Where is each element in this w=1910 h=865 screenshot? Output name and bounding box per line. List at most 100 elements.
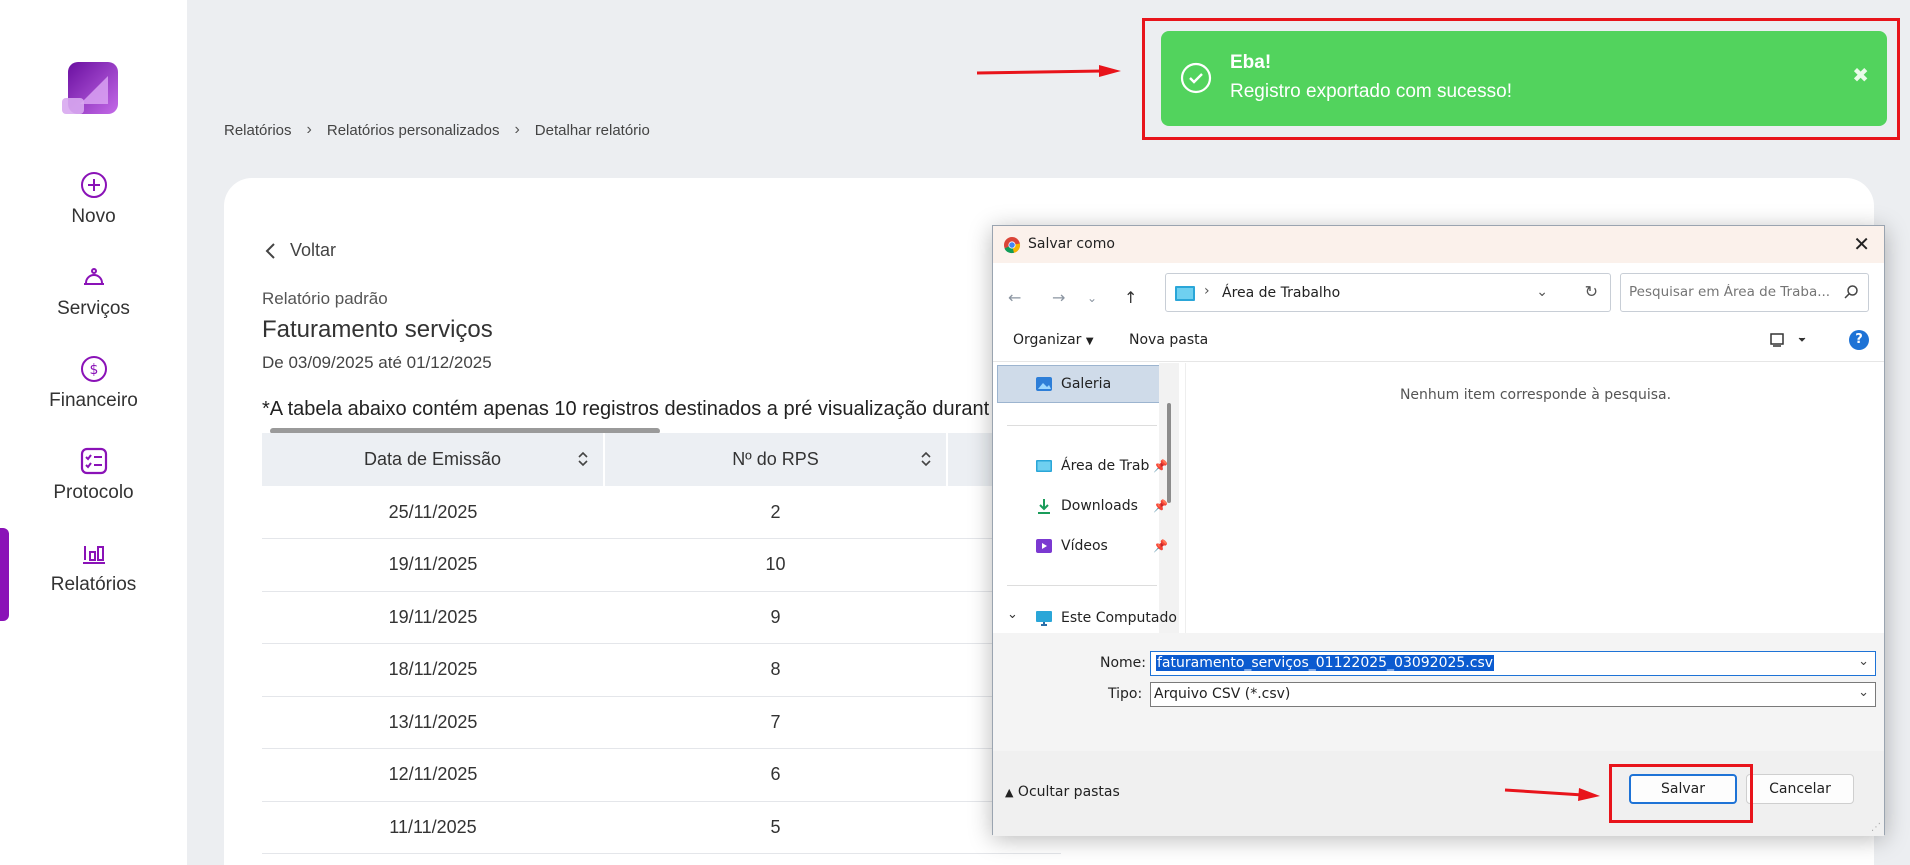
forward-arrow-icon[interactable]: →	[1052, 288, 1065, 307]
nav-pane-item-area-trabalho[interactable]: Área de Trab	[1035, 457, 1149, 475]
dollar-circle-icon: $	[80, 356, 107, 382]
up-arrow-icon[interactable]: ↑	[1124, 288, 1137, 307]
nav-label: Relatórios	[50, 574, 137, 595]
caret-down-icon: ▼	[1085, 336, 1094, 347]
navigation-pane: Galeria Área de Trab 📌 Downloads 📌 Vídeo…	[993, 363, 1186, 633]
plus-circle-icon	[80, 172, 107, 198]
cell-rps: 2	[604, 486, 947, 539]
file-name-input[interactable]: faturamento_serviços_01122025_03092025.c…	[1150, 651, 1876, 676]
toast-title: Eba!	[1230, 52, 1272, 73]
cell-date: 12/11/2025	[262, 748, 604, 802]
address-bar[interactable]: › Área de Trabalho ⌄ ↻	[1165, 273, 1611, 312]
column-header-label: Data de Emissão	[363, 449, 502, 469]
column-header-rps[interactable]: Nº do RPS	[604, 433, 948, 486]
pin-icon: 📌	[1153, 499, 1168, 513]
file-type-value: Arquivo CSV (*.csv)	[1154, 686, 1291, 702]
help-icon[interactable]: ?	[1849, 330, 1869, 350]
back-arrow-icon[interactable]: ←	[1008, 288, 1021, 307]
nav-pane-label: Este Computado	[1061, 610, 1177, 626]
nav-pane-divider	[1007, 585, 1157, 586]
computer-icon	[1036, 611, 1052, 626]
report-date-range: De 03/09/2025 até 01/12/2025	[262, 353, 492, 372]
dialog-search[interactable]	[1620, 273, 1869, 312]
nav-pane-label: Galeria	[1061, 376, 1112, 392]
file-type-select[interactable]: Arquivo CSV (*.csv) ⌄	[1150, 682, 1876, 707]
refresh-icon[interactable]: ↻	[1585, 282, 1598, 301]
table-row: 12/11/2025 6	[262, 748, 1061, 802]
table-row: 19/11/2025 9	[262, 591, 1061, 644]
success-toast: Eba! Registro exportado com sucesso! ✖	[1161, 31, 1887, 126]
nav-item-relatorios[interactable]: Relatórios	[0, 538, 187, 596]
column-header-data-emissao[interactable]: Data de Emissão	[262, 433, 605, 486]
cell-rps: 9	[604, 591, 947, 644]
nav-label: Protocolo	[53, 482, 134, 503]
breadcrumb: Relatórios › Relatórios personalizados ›…	[224, 121, 650, 139]
toast-close-icon[interactable]: ✖	[1852, 63, 1869, 88]
table-row: 19/11/2025 10	[262, 538, 1061, 592]
table-row: 25/11/2025 2	[262, 486, 1061, 539]
dialog-close-icon[interactable]: ✕	[1853, 232, 1870, 256]
cell-rps: 7	[604, 696, 947, 749]
pin-icon: 📌	[1153, 539, 1168, 553]
nav-label: Financeiro	[49, 390, 138, 411]
breadcrumb-detalhar-relatorio: Detalhar relatório	[534, 121, 650, 139]
nav-item-protocolo[interactable]: Protocolo	[0, 446, 187, 504]
cell-date: 19/11/2025	[262, 538, 604, 592]
bar-chart-icon	[82, 546, 105, 564]
dialog-titlebar[interactable]: Salvar como ✕	[993, 226, 1884, 263]
dialog-title: Salvar como	[1028, 236, 1115, 252]
breadcrumb-relatorios[interactable]: Relatórios	[224, 122, 292, 139]
nav-pane-item-videos[interactable]: Vídeos	[1035, 537, 1108, 555]
report-subtitle: Relatório padrão	[262, 289, 388, 308]
view-icon	[1770, 333, 1806, 347]
back-label: Voltar	[290, 240, 337, 260]
cancel-button[interactable]: Cancelar	[1746, 774, 1854, 804]
gallery-icon	[1036, 377, 1052, 391]
recent-dropdown-icon[interactable]: ⌄	[1087, 291, 1097, 305]
breadcrumb-relatorios-personalizados[interactable]: Relatórios personalizados	[327, 122, 500, 139]
table-row: 11/11/2025 5	[262, 801, 1061, 854]
hide-folders-label: Ocultar pastas	[1017, 784, 1120, 800]
address-text: Área de Trabalho	[1222, 285, 1341, 301]
new-folder-button[interactable]: Nova pasta	[1129, 332, 1208, 348]
organize-menu[interactable]: Organizar ▼	[1013, 332, 1094, 348]
report-table: Data de Emissão Nº do RPS 25/11/2025 2 19…	[262, 433, 1062, 854]
chevron-down-icon[interactable]: ⌄	[1007, 607, 1018, 622]
cell-rps: 6	[604, 748, 947, 802]
download-icon	[1038, 499, 1050, 514]
nav-item-servicos[interactable]: Serviços	[0, 262, 187, 320]
chevron-right-icon: ›	[514, 121, 520, 138]
chevron-down-icon[interactable]: ⌄	[1858, 654, 1869, 669]
cell-date: 18/11/2025	[262, 643, 604, 697]
back-button[interactable]: Voltar	[264, 240, 336, 261]
chrome-icon	[1004, 237, 1021, 254]
view-options-button[interactable]	[1769, 332, 1809, 352]
svg-text:$: $	[89, 362, 98, 378]
save-as-dialog: Salvar como ✕ ← → ⌄ ↑ › Área de Trabalho…	[992, 225, 1885, 836]
cell-rps: 5	[604, 801, 947, 854]
file-list[interactable]: Nenhum item corresponde à pesquisa.	[1187, 363, 1884, 633]
search-input[interactable]	[1629, 284, 1829, 300]
cell-date: 19/11/2025	[262, 591, 604, 644]
preview-notice: *A tabela abaixo contém apenas 10 regist…	[262, 398, 990, 420]
annotation-box-save	[1609, 764, 1753, 823]
address-dropdown-icon[interactable]: ⌄	[1536, 284, 1548, 300]
nav-pane-item-downloads[interactable]: Downloads	[1035, 497, 1138, 515]
cell-date: 13/11/2025	[262, 696, 604, 749]
checklist-icon	[80, 447, 107, 475]
nav-pane-item-galeria[interactable]: Galeria	[1035, 375, 1111, 393]
dialog-toolbar: Organizar ▼ Nova pasta ?	[993, 319, 1884, 362]
sort-icon	[921, 451, 931, 467]
resize-grip-icon[interactable]: ⋰	[1871, 822, 1881, 833]
nav-pane-divider	[1007, 425, 1157, 426]
nav-item-financeiro[interactable]: $ Financeiro	[0, 354, 187, 412]
hide-folders-toggle[interactable]: ▲ Ocultar pastas	[1005, 784, 1120, 800]
nav-pane-scrollbar[interactable]	[1167, 403, 1171, 503]
table-row: 13/11/2025 7	[262, 696, 1061, 749]
nav-label: Serviços	[57, 298, 130, 319]
column-header-label: Nº do RPS	[732, 449, 819, 469]
video-icon	[1036, 539, 1052, 553]
check-circle-icon	[1180, 62, 1212, 94]
nav-pane-item-este-computador[interactable]: Este Computado	[1035, 609, 1177, 627]
nav-item-novo[interactable]: Novo	[0, 170, 187, 228]
